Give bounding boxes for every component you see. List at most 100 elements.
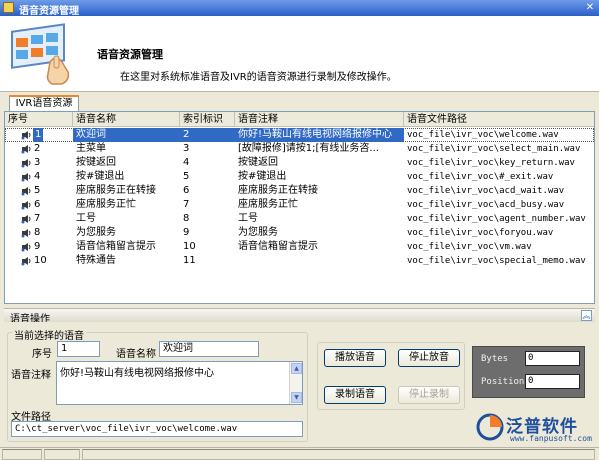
brand-logo-icon bbox=[476, 413, 504, 441]
stop-record-button[interactable]: 停止录制 bbox=[398, 386, 460, 404]
row-seq-cell: 2 bbox=[5, 142, 73, 156]
close-icon[interactable]: ✕ bbox=[584, 2, 596, 14]
column-header[interactable]: 语音注释 bbox=[235, 112, 404, 127]
window-title: 语音资源管理 bbox=[19, 6, 79, 17]
play-voice-button[interactable]: 播放语音 bbox=[324, 349, 386, 367]
row-seq-cell: 3 bbox=[5, 156, 73, 170]
row-seq: 2 bbox=[34, 143, 41, 154]
column-header[interactable]: 索引标识 bbox=[180, 112, 235, 127]
page-description: 在这里对系统标准语音及IVR的语音资源进行录制及修改操作。 bbox=[120, 72, 397, 83]
table-row[interactable]: 10 特殊通告 11 voc_file\ivr_voc\special_memo.wa… bbox=[5, 254, 594, 268]
seq-field[interactable]: 1 bbox=[57, 341, 100, 357]
position-label: Position bbox=[481, 377, 525, 387]
bytes-value: 0 bbox=[525, 351, 580, 366]
table-row[interactable]: 7 工号 8 工号 voc_file\ivr_voc\agent_number.wav bbox=[5, 212, 594, 226]
row-path-cell: voc_file\ivr_voc\#_exit.wav bbox=[407, 172, 554, 182]
row-note-cell: 座席服务正忙 bbox=[238, 199, 298, 210]
note-scrollbar[interactable]: ▲ ▼ bbox=[289, 362, 302, 404]
row-name-cell: 按#键退出 bbox=[76, 171, 125, 182]
row-name-cell: 座席服务正忙 bbox=[76, 199, 136, 210]
speaker-icon bbox=[21, 229, 31, 238]
position-value: 0 bbox=[525, 374, 580, 389]
file-path-field[interactable]: C:\ct_server\voc_file\ivr_voc\welcome.wa… bbox=[11, 421, 303, 437]
row-path-cell: voc_file\ivr_voc\foryou.wav bbox=[407, 228, 554, 238]
column-header[interactable]: 语音名称 bbox=[73, 112, 180, 127]
status-panel bbox=[44, 449, 80, 460]
voice-operations-panel: 当前选择的语音 序号 1 语音名称 欢迎词 语音注释 你好!马鞍山有线电视网络报… bbox=[4, 322, 595, 444]
row-seq: 1 bbox=[33, 128, 44, 142]
speaker-icon bbox=[21, 145, 31, 154]
voice-operations-bar: 语音操作 ︽ bbox=[4, 308, 595, 325]
row-note-cell: 语音信箱留言提示 bbox=[238, 241, 318, 252]
voice-resource-table: 序号 语音名称 索引标识 语音注释 语音文件路径 1 欢迎词 2 你好!马鞍山有线电视… bbox=[4, 111, 595, 304]
app-icon bbox=[3, 2, 14, 13]
row-seq: 10 bbox=[34, 255, 47, 266]
row-name-cell: 按键返回 bbox=[76, 157, 116, 168]
tab-ivr-voice-resources[interactable]: IVR语音资源 bbox=[9, 95, 79, 112]
row-seq-cell: 4 bbox=[5, 170, 73, 184]
row-note-cell bbox=[235, 254, 404, 268]
row-name-cell: 工号 bbox=[76, 213, 96, 224]
voice-resource-logo-icon bbox=[11, 23, 70, 85]
stop-play-button[interactable]: 停止放音 bbox=[398, 349, 460, 367]
row-seq: 4 bbox=[34, 171, 41, 182]
speaker-icon bbox=[21, 131, 31, 140]
table-body: 1 欢迎词 2 你好!马鞍山有线电视网络报修中心 voc_file\ivr_voc\we… bbox=[5, 128, 594, 268]
row-seq: 9 bbox=[34, 241, 41, 252]
row-note-cell: 你好!马鞍山有线电视网络报修中心 bbox=[235, 128, 404, 142]
row-note-cell: 按#键退出 bbox=[238, 171, 287, 182]
table-row[interactable]: 8 为您服务 9 为您服务 voc_file\ivr_voc\foryou.wav bbox=[5, 226, 594, 240]
collapse-icon[interactable]: ︽ bbox=[581, 310, 592, 321]
status-panel bbox=[2, 449, 42, 460]
column-header[interactable]: 序号 bbox=[5, 112, 73, 127]
row-index-cell: 11 bbox=[183, 255, 196, 266]
speaker-icon bbox=[21, 215, 31, 224]
row-name-cell: 座席服务正在转接 bbox=[76, 185, 156, 196]
table-row[interactable]: 9 语音信箱留言提示 10 语音信箱留言提示 voc_file\ivr_voc\vm.w… bbox=[5, 240, 594, 254]
voice-name-field[interactable]: 欢迎词 bbox=[159, 341, 259, 357]
row-note-cell: 工号 bbox=[238, 213, 258, 224]
table-row[interactable]: 2 主菜单 3 [故障报修]请按1;[有线业务咨... voc_file\ivr_voc… bbox=[5, 142, 594, 156]
seq-label: 序号 bbox=[32, 349, 52, 360]
speaker-icon bbox=[21, 257, 31, 266]
scroll-up-icon[interactable]: ▲ bbox=[291, 363, 302, 374]
row-index-cell: 3 bbox=[183, 143, 190, 154]
row-note-cell: 按键返回 bbox=[238, 157, 278, 168]
current-voice-group: 当前选择的语音 序号 1 语音名称 欢迎词 语音注释 你好!马鞍山有线电视网络报… bbox=[7, 327, 308, 442]
table-header: 序号 语音名称 索引标识 语音注释 语音文件路径 bbox=[5, 112, 594, 127]
voice-controls-group: 播放语音 停止放音 录制语音 停止录制 bbox=[317, 342, 465, 410]
voice-note-field[interactable]: 你好!马鞍山有线电视网络报修中心 ▲ ▼ bbox=[56, 361, 303, 405]
row-seq: 7 bbox=[34, 213, 41, 224]
table-row[interactable]: 6 座席服务正忙 7 座席服务正忙 voc_file\ivr_voc\acd_busy.… bbox=[5, 198, 594, 212]
row-path-cell: voc_file\ivr_voc\welcome.wav bbox=[407, 130, 559, 140]
row-name-cell: 主菜单 bbox=[76, 143, 106, 154]
speaker-icon bbox=[21, 159, 31, 168]
row-seq: 6 bbox=[34, 199, 41, 210]
row-name-cell: 欢迎词 bbox=[73, 128, 180, 142]
speaker-icon bbox=[21, 201, 31, 210]
table-row[interactable]: 1 欢迎词 2 你好!马鞍山有线电视网络报修中心 voc_file\ivr_voc\we… bbox=[5, 128, 594, 142]
row-index-cell: 9 bbox=[183, 227, 190, 238]
row-index-cell: 5 bbox=[183, 171, 190, 182]
brand-url: www.fanpusoft.com bbox=[510, 434, 592, 443]
row-seq-cell: 10 bbox=[5, 254, 73, 268]
title-bar: 语音资源管理 ✕ bbox=[0, 0, 599, 17]
table-row[interactable]: 3 按键返回 4 按键返回 voc_file\ivr_voc\key_return.wa… bbox=[5, 156, 594, 170]
row-note-cell: 座席服务正在转接 bbox=[238, 185, 318, 196]
row-seq-cell: 9 bbox=[5, 240, 73, 254]
table-row[interactable]: 5 座席服务正在转接 6 座席服务正在转接 voc_file\ivr_voc\acd_w… bbox=[5, 184, 594, 198]
record-voice-button[interactable]: 录制语音 bbox=[324, 386, 386, 404]
row-path-cell: voc_file\ivr_voc\special_memo.wav bbox=[407, 256, 586, 266]
table-row[interactable]: 4 按#键退出 5 按#键退出 voc_file\ivr_voc\#_exit.wav bbox=[5, 170, 594, 184]
column-header[interactable]: 语音文件路径 bbox=[404, 112, 594, 127]
row-seq: 8 bbox=[34, 227, 41, 238]
row-seq-cell: 7 bbox=[5, 212, 73, 226]
row-path-cell: voc_file\ivr_voc\vm.wav bbox=[407, 242, 532, 252]
status-panel bbox=[82, 449, 595, 460]
header-banner: 语音资源管理 在这里对系统标准语音及IVR的语音资源进行录制及修改操作。 bbox=[0, 16, 599, 92]
speaker-icon bbox=[21, 243, 31, 252]
row-path-cell: voc_file\ivr_voc\acd_busy.wav bbox=[407, 200, 565, 210]
voice-name-label: 语音名称 bbox=[116, 349, 156, 360]
scroll-down-icon[interactable]: ▼ bbox=[291, 392, 302, 403]
voice-note-label: 语音注释 bbox=[11, 370, 51, 381]
